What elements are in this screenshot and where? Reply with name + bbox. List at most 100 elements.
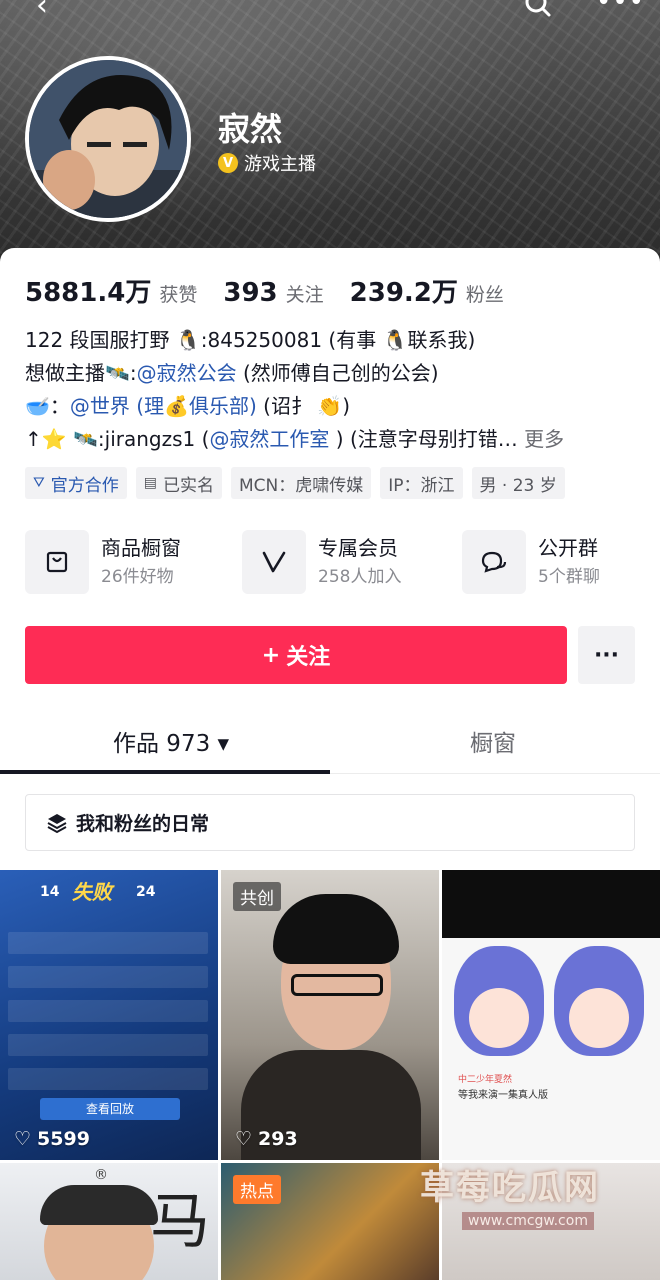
score-right: 24 [136, 884, 156, 900]
score-row [8, 932, 208, 954]
following-count[interactable]: 393 [223, 278, 277, 308]
match-result-title: 失败 [72, 880, 112, 904]
likes-count[interactable]: 5881.4万 [25, 272, 151, 309]
profile-tags: ⛛ 官方合作 ▤ 已实名 MCN：虎啸传媒 IP：浙江 男 · 23 岁 [25, 467, 565, 499]
plus-icon: + [261, 642, 281, 668]
likes-count: 5599 [37, 1128, 90, 1150]
video-thumbnail[interactable]: 中二少年夏然 等我来演一集真人版 [442, 870, 660, 1160]
member-v-icon [242, 530, 306, 594]
verify-label: 游戏主播 [244, 154, 316, 175]
tab-works[interactable]: 作品 973 ▾ [113, 724, 229, 758]
shortcut-subtitle: 26件好物 [101, 567, 174, 587]
co-creation-badge: 共创 [233, 882, 281, 911]
group-chat-shortcut[interactable]: 公开群 5个群聊 [462, 530, 600, 594]
chevron-left-icon: ‹ [36, 0, 48, 23]
replay-label: 查看回放 [40, 1098, 180, 1120]
bio-line-4: ↑⭐ 🛰️:jirangzs1 (@寂然工作室 ) (注意字母别打错… 更多 [25, 423, 640, 456]
tab-shop-window[interactable]: 橱窗 [470, 724, 516, 758]
profile-bio: 122 段国服打野 🐧:845250081 (有事 🐧联系我) 想做主播🛰️:@… [25, 324, 640, 456]
score-row [8, 966, 208, 988]
followers-label[interactable]: 粉丝 [466, 280, 504, 307]
membership-shortcut[interactable]: 专属会员 258人加入 [242, 530, 401, 594]
shop-window-shortcut[interactable]: 商品橱窗 26件好物 [25, 530, 181, 594]
shortcut-subtitle: 258人加入 [318, 567, 402, 587]
score-row [8, 1034, 208, 1056]
verified-v-icon: V [218, 153, 238, 173]
bio-line-3-suffix: (诏扌 👏) [256, 394, 351, 418]
video-thumbnail[interactable]: 共创 ♡ 293 [221, 870, 439, 1160]
registered-mark: ® [94, 1167, 108, 1183]
heart-icon: ♡ [235, 1128, 253, 1150]
video-thumbnail[interactable]: ® 马 [0, 1163, 218, 1280]
search-icon [525, 0, 551, 17]
score-left: 14 [40, 884, 60, 900]
anime-face [469, 988, 529, 1048]
follow-button[interactable]: + 关注 [25, 626, 567, 684]
video-thumbnail[interactable]: 14 失败 24 查看回放 ♡ 5599 [0, 870, 218, 1160]
bio-line-3-prefix: 🥣： [25, 394, 70, 418]
likes-label[interactable]: 获赞 [159, 280, 197, 307]
likes-count: 293 [258, 1128, 298, 1150]
official-icon: ⛛ [33, 475, 45, 491]
official-tag-label: 官方合作 [50, 475, 119, 496]
back-button[interactable]: ‹ [36, 0, 48, 21]
search-button[interactable] [524, 0, 552, 18]
heart-icon: ♡ [14, 1128, 32, 1150]
profile-tabs: 作品 973 ▾ 橱窗 [0, 710, 660, 774]
thumb-black-bar [442, 870, 660, 938]
more-button[interactable]: ••• [596, 0, 645, 15]
bio-line-3: 🥣：@世界 (理💰俱乐部) (诏扌 👏) [25, 390, 640, 423]
watermark-title: 草莓吃瓜网 [420, 1168, 600, 1208]
bio-line-2-prefix: 想做主播🛰️: [25, 361, 137, 385]
shortcut-title: 商品橱窗 [101, 536, 181, 560]
verify-badge: V 游戏主播 [218, 150, 316, 176]
site-watermark: 草莓吃瓜网 www.cmcgw.com [410, 1160, 660, 1240]
layers-icon [47, 813, 67, 833]
collection-entry[interactable]: 我和粉丝的日常 [25, 794, 635, 851]
watermark-url: www.cmcgw.com [462, 1212, 594, 1230]
follow-more-button[interactable]: ··· [578, 626, 635, 684]
ip-tag: IP：浙江 [380, 467, 463, 499]
hot-badge: 热点 [233, 1175, 281, 1204]
followers-count[interactable]: 239.2万 [350, 272, 458, 309]
shortcut-title: 公开群 [538, 536, 598, 560]
more-horizontal-icon: ··· [593, 642, 620, 668]
caption-text: 等我来演一集真人版 [458, 1090, 548, 1101]
official-partner-tag[interactable]: ⛛ 官方合作 [25, 467, 127, 499]
id-card-icon: ▤ [143, 475, 157, 491]
bio-line-1: 122 段国服打野 🐧:845250081 (有事 🐧联系我) [25, 328, 476, 352]
shopping-bag-icon [25, 530, 89, 594]
bio-line-2: 想做主播🛰️:@寂然公会 (然师傅自己创的公会) [25, 357, 640, 390]
bio-line-4-suffix: ) (注意字母别打错… [329, 427, 518, 451]
mention-link[interactable]: @寂然公会 [137, 361, 237, 385]
calligraphy-text: 马 [150, 1187, 210, 1257]
score-row [8, 1068, 208, 1090]
following-label[interactable]: 关注 [286, 280, 324, 307]
active-tab-indicator [0, 770, 330, 774]
group-chat-icon [462, 530, 526, 594]
bio-more-link[interactable]: 更多 [524, 427, 564, 451]
mention-link[interactable]: @世界 (理💰俱乐部) [70, 394, 257, 418]
avatar-image [29, 60, 187, 218]
mention-link[interactable]: @寂然工作室 [209, 427, 329, 451]
anime-face [569, 988, 629, 1048]
collection-label: 我和粉丝的日常 [76, 813, 210, 835]
gender-age-tag: 男 · 23 岁 [471, 467, 565, 499]
shortcut-title: 专属会员 [318, 536, 398, 560]
follow-label: 关注 [286, 645, 331, 670]
profile-stats: 5881.4万 获赞 393 关注 239.2万 粉丝 [25, 272, 530, 309]
avatar[interactable] [25, 56, 191, 222]
mcn-tag[interactable]: MCN：虎啸传媒 [231, 467, 372, 499]
profile-nickname: 寂然 [218, 110, 283, 148]
video-likes: ♡ 5599 [14, 1128, 90, 1150]
score-row [8, 1000, 208, 1022]
caption-user: 中二少年夏然 [458, 1075, 513, 1085]
realname-tag-label: 已实名 [163, 475, 214, 496]
realname-tag: ▤ 已实名 [135, 467, 222, 499]
video-likes: ♡ 293 [235, 1128, 298, 1150]
more-horizontal-icon: ••• [596, 0, 646, 17]
bio-line-4-prefix: ↑⭐ 🛰️:jirangzs1 ( [25, 427, 210, 451]
video-thumbnail[interactable]: 热点 [221, 1163, 439, 1280]
gender-age-label: 男 · 23 岁 [479, 475, 557, 496]
ip-tag-label: IP：浙江 [388, 475, 455, 496]
